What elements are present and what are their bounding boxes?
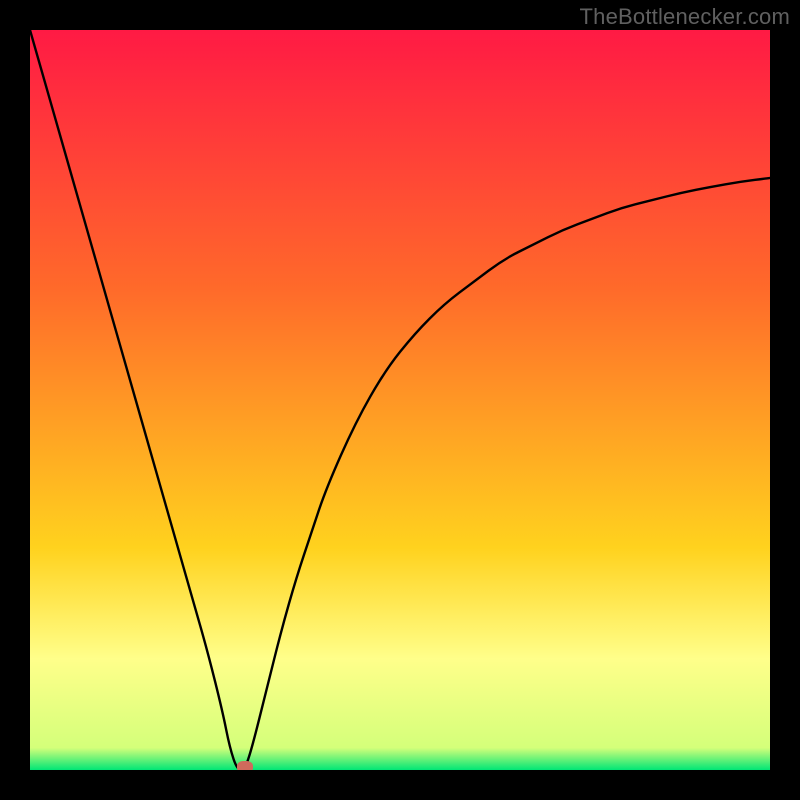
background-gradient <box>30 30 770 770</box>
optimal-point-marker <box>237 761 253 770</box>
chart-frame: TheBottlenecker.com <box>0 0 800 800</box>
plot-area <box>30 30 770 770</box>
attribution-label: TheBottlenecker.com <box>580 4 790 30</box>
